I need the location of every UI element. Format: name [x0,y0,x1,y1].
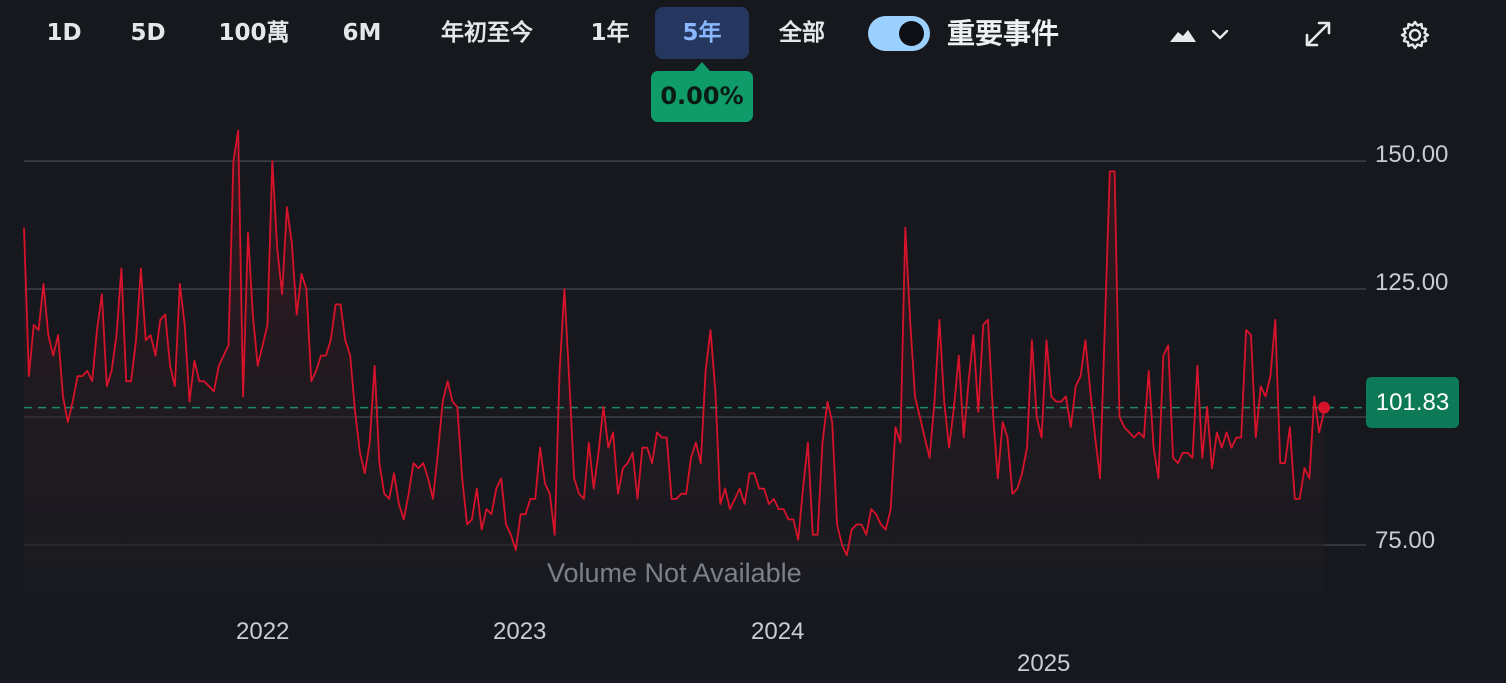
volume-not-available-note: Volume Not Available [547,558,802,588]
x-tick-2022: 2022 [236,618,290,645]
y-tick-125: 125.00 [1375,269,1449,296]
y-tick-150: 150.00 [1375,141,1449,168]
x-tick-2024: 2024 [751,618,805,645]
last-price-dot [1318,401,1330,414]
x-tick-2025: 2025 [1017,650,1071,677]
x-tick-2023: 2023 [493,618,547,645]
price-area [24,130,1324,591]
y-tick-75: 75.00 [1375,527,1436,554]
last-price-badge: 101.83 [1366,377,1459,428]
